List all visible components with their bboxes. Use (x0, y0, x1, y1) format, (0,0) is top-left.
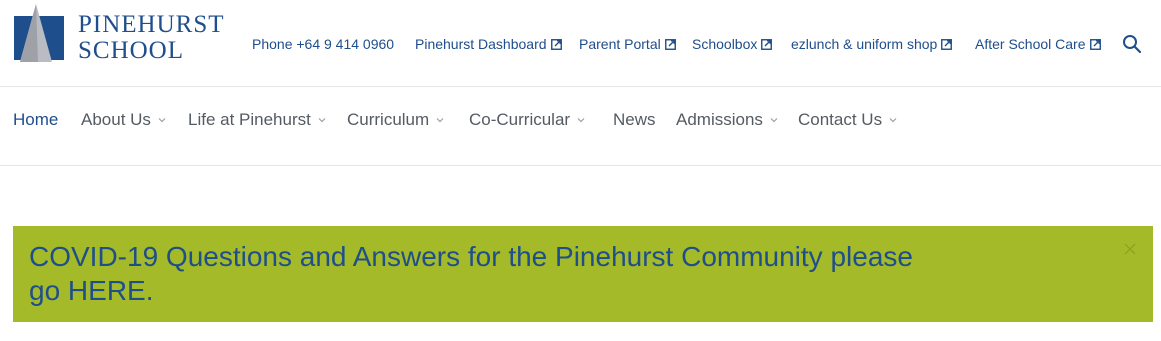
utility-links: Phone +64 9 414 0960 Pinehurst Dashboard… (0, 36, 1161, 56)
chevron-down-icon (436, 118, 444, 123)
banner-line-1: COVID-19 Questions and Answers for the P… (29, 241, 913, 272)
covid-alert-banner: COVID-19 Questions and Answers for the P… (13, 226, 1153, 322)
after-school-care-link[interactable]: After School Care (975, 36, 1101, 52)
site-header: PINEHURST SCHOOL Phone +64 9 414 0960 Pi… (0, 0, 1161, 86)
header-divider (0, 86, 1161, 87)
close-icon[interactable] (1123, 242, 1137, 256)
schoolbox-link[interactable]: Schoolbox (692, 36, 773, 52)
ezlunch-uniform-shop-label: ezlunch & uniform shop (791, 36, 938, 52)
nav-item-life-at-pinehurst-label: Life at Pinehurst (188, 110, 311, 129)
parent-portal-label: Parent Portal (579, 36, 661, 52)
nav-item-home-label: Home (13, 110, 59, 129)
nav-item-news[interactable]: News (613, 110, 656, 130)
nav-item-about-us-label: About Us (81, 110, 151, 129)
nav-item-life-at-pinehurst[interactable]: Life at Pinehurst (188, 110, 326, 130)
search-icon[interactable] (1122, 34, 1142, 54)
nav-item-co-curricular[interactable]: Co-Curricular (469, 110, 585, 130)
chevron-down-icon (889, 118, 897, 123)
nav-item-admissions-label: Admissions (676, 110, 763, 129)
nav-divider (0, 165, 1161, 166)
parent-portal-link[interactable]: Parent Portal (579, 36, 676, 52)
pinehurst-dashboard-link[interactable]: Pinehurst Dashboard (415, 36, 562, 52)
chevron-down-icon (158, 118, 166, 123)
nav-item-curriculum-label: Curriculum (347, 110, 430, 129)
external-link-icon (761, 38, 773, 50)
covid-alert-link[interactable]: COVID-19 Questions and Answers for the P… (29, 240, 1009, 308)
chevron-down-icon (318, 118, 326, 123)
nav-item-contact-us[interactable]: Contact Us (798, 110, 897, 130)
external-link-icon (1089, 38, 1101, 50)
chevron-down-icon (770, 118, 778, 123)
logo-line-1: PINEHURST (78, 11, 225, 38)
after-school-care-label: After School Care (975, 36, 1086, 52)
external-link-icon (941, 38, 953, 50)
phone-link[interactable]: Phone +64 9 414 0960 (252, 36, 394, 52)
main-nav: Home About Us Life at Pinehurst Curricul… (0, 110, 1161, 136)
schoolbox-label: Schoolbox (692, 36, 758, 52)
nav-item-home[interactable]: Home (13, 110, 58, 130)
nav-item-about-us[interactable]: About Us (81, 110, 166, 130)
ezlunch-uniform-shop-link[interactable]: ezlunch & uniform shop (791, 36, 953, 52)
nav-item-curriculum[interactable]: Curriculum (347, 110, 444, 130)
external-link-icon (550, 38, 562, 50)
nav-item-contact-us-label: Contact Us (798, 110, 883, 129)
banner-line-2: go HERE. (29, 275, 154, 306)
pinehurst-dashboard-label: Pinehurst Dashboard (415, 36, 547, 52)
phone-link-label: Phone +64 9 414 0960 (252, 36, 395, 52)
nav-item-admissions[interactable]: Admissions (676, 110, 778, 130)
nav-item-news-label: News (613, 110, 656, 129)
chevron-down-icon (577, 118, 585, 123)
nav-item-co-curricular-label: Co-Curricular (469, 110, 571, 129)
external-link-icon (664, 38, 676, 50)
